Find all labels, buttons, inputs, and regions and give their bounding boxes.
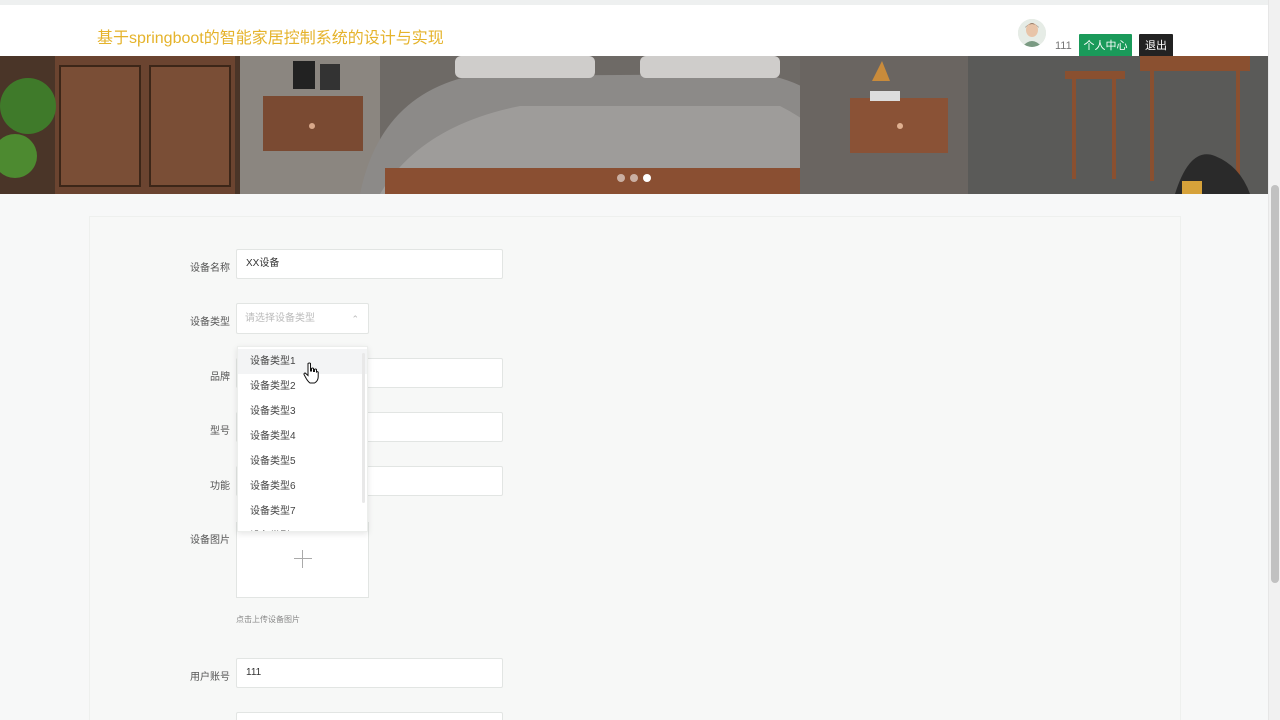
user-account-label: 用户账号 bbox=[190, 672, 230, 683]
carousel-indicators bbox=[617, 174, 651, 182]
dropdown-option[interactable]: 设备类型7 bbox=[238, 499, 367, 524]
brand-label: 品牌 bbox=[210, 372, 230, 383]
personal-center-button[interactable]: 个人中心 bbox=[1079, 34, 1132, 58]
carousel-dot-1[interactable] bbox=[617, 174, 625, 182]
device-name-label: 设备名称 bbox=[190, 263, 230, 274]
dropdown-option[interactable]: 设备类型5 bbox=[238, 449, 367, 474]
hand-cursor-icon bbox=[303, 362, 319, 384]
logout-button[interactable]: 退出 bbox=[1139, 34, 1173, 58]
carousel-dot-3[interactable] bbox=[643, 174, 651, 182]
dropdown-option[interactable]: 设备类型8 bbox=[238, 524, 367, 531]
carousel-dot-2[interactable] bbox=[630, 174, 638, 182]
dropdown-option[interactable]: 设备类型6 bbox=[238, 474, 367, 499]
function-label: 功能 bbox=[210, 481, 230, 492]
device-type-label: 设备类型 bbox=[190, 317, 230, 328]
site-title[interactable]: 基于springboot的智能家居控制系统的设计与实现 bbox=[97, 24, 444, 48]
device-image-label: 设备图片 bbox=[190, 535, 230, 546]
dropdown-option[interactable]: 设备类型3 bbox=[238, 399, 367, 424]
device-type-placeholder: 请选择设备类型 bbox=[245, 313, 315, 324]
upload-hint: 点击上传设备图片 bbox=[236, 615, 300, 624]
chevron-up-icon: ⌃ bbox=[351, 314, 359, 324]
top-navbar: 基于springboot的智能家居控制系统的设计与实现 111 个人中心 退出 bbox=[0, 0, 1268, 58]
dropdown-option[interactable]: 设备类型4 bbox=[238, 424, 367, 449]
user-avatar[interactable] bbox=[1018, 19, 1046, 47]
user-account-input[interactable]: 111 bbox=[236, 658, 503, 688]
device-type-select[interactable]: 请选择设备类型 ⌃ bbox=[236, 303, 369, 334]
username-label: 111 bbox=[1055, 40, 1072, 52]
avatar-image bbox=[1018, 19, 1046, 47]
device-image-upload[interactable] bbox=[236, 522, 369, 598]
scrollbar-thumb[interactable] bbox=[1271, 185, 1279, 583]
page-scrollbar[interactable] bbox=[1268, 0, 1280, 720]
banner-carousel[interactable] bbox=[0, 56, 1268, 194]
model-label: 型号 bbox=[210, 426, 230, 437]
dropdown-scrollbar[interactable] bbox=[362, 353, 365, 503]
device-name-input[interactable]: XX设备 bbox=[236, 249, 503, 279]
plus-icon bbox=[294, 550, 312, 568]
next-field-input[interactable] bbox=[236, 712, 503, 720]
